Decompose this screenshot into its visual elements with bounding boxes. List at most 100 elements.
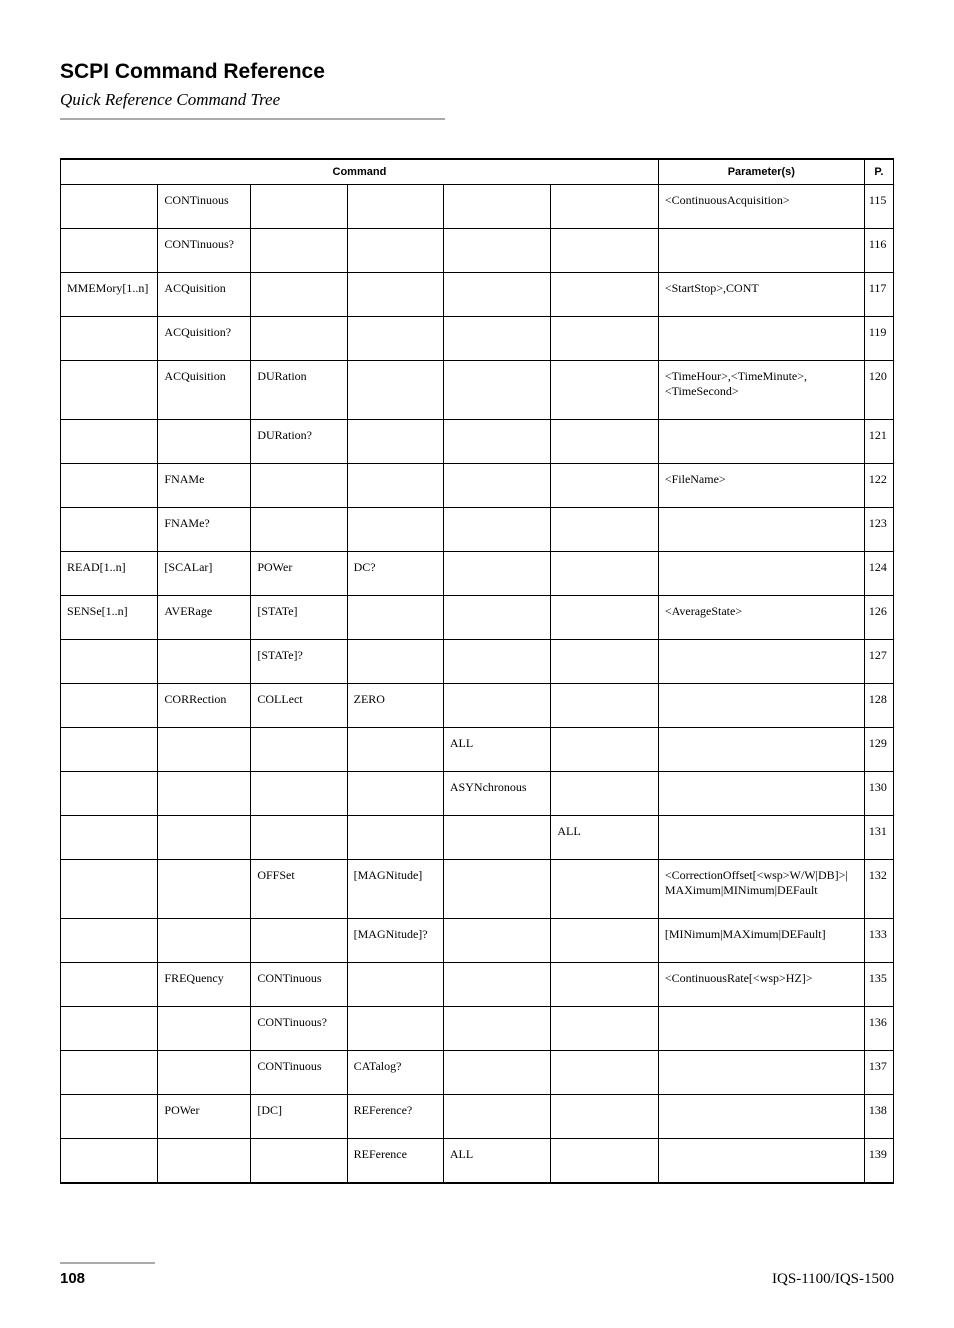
cmd-cell bbox=[347, 640, 443, 684]
cmd-cell bbox=[251, 464, 347, 508]
param-cell bbox=[658, 229, 864, 273]
pageref-cell: 128 bbox=[864, 684, 893, 728]
param-cell: [MINimum|MAXimum|DEFault] bbox=[658, 919, 864, 963]
pageref-cell: 119 bbox=[864, 317, 893, 361]
param-cell: <AverageState> bbox=[658, 596, 864, 640]
cmd-cell bbox=[251, 273, 347, 317]
cmd-cell bbox=[551, 508, 658, 552]
param-cell bbox=[658, 1095, 864, 1139]
cmd-cell bbox=[443, 640, 550, 684]
cmd-cell bbox=[443, 684, 550, 728]
cmd-cell: ALL bbox=[443, 728, 550, 772]
cmd-cell bbox=[61, 772, 158, 816]
page-subtitle: Quick Reference Command Tree bbox=[60, 90, 894, 110]
param-cell bbox=[658, 508, 864, 552]
cmd-cell bbox=[551, 684, 658, 728]
cmd-cell bbox=[61, 860, 158, 919]
cmd-cell bbox=[443, 508, 550, 552]
cmd-cell bbox=[347, 361, 443, 420]
cmd-cell bbox=[61, 684, 158, 728]
param-cell: <TimeHour>,<TimeMinute>,<TimeSecond> bbox=[658, 361, 864, 420]
cmd-cell bbox=[347, 508, 443, 552]
cmd-cell: [MAGNitude]? bbox=[347, 919, 443, 963]
cmd-cell: FREQuency bbox=[158, 963, 251, 1007]
cmd-cell: DC? bbox=[347, 552, 443, 596]
cmd-cell bbox=[347, 596, 443, 640]
cmd-cell bbox=[443, 1095, 550, 1139]
cmd-cell bbox=[251, 317, 347, 361]
cmd-cell: POWer bbox=[158, 1095, 251, 1139]
cmd-cell bbox=[551, 420, 658, 464]
cmd-cell: ALL bbox=[443, 1139, 550, 1184]
cmd-cell bbox=[551, 1007, 658, 1051]
cmd-cell: [MAGNitude] bbox=[347, 860, 443, 919]
cmd-cell: REFerence? bbox=[347, 1095, 443, 1139]
table-row: [MAGNitude]?[MINimum|MAXimum|DEFault]133 bbox=[61, 919, 894, 963]
cmd-cell bbox=[158, 420, 251, 464]
table-row: CONTinuous?116 bbox=[61, 229, 894, 273]
document-page: SCPI Command Reference Quick Reference C… bbox=[0, 0, 954, 1328]
pageref-cell: 136 bbox=[864, 1007, 893, 1051]
table-row: CONTinuous? 136 bbox=[61, 1007, 894, 1051]
table-row: READ[1..n][SCALar]POWerDC?124 bbox=[61, 552, 894, 596]
pageref-cell: 115 bbox=[864, 185, 893, 229]
table-row: FNAMe<FileName>122 bbox=[61, 464, 894, 508]
cmd-cell bbox=[551, 596, 658, 640]
command-table: Command Parameter(s) P. CONTinuous<Conti… bbox=[60, 158, 894, 1184]
cmd-cell bbox=[347, 185, 443, 229]
page-number: 108 bbox=[60, 1270, 85, 1287]
cmd-cell bbox=[61, 963, 158, 1007]
pageref-cell: 135 bbox=[864, 963, 893, 1007]
table-row: ACQuisitionDURation<TimeHour>,<TimeMinut… bbox=[61, 361, 894, 420]
cmd-cell bbox=[61, 361, 158, 420]
cmd-cell bbox=[61, 1095, 158, 1139]
cmd-cell bbox=[347, 420, 443, 464]
pageref-cell: 122 bbox=[864, 464, 893, 508]
cmd-cell: OFFSet bbox=[251, 860, 347, 919]
table-row: MMEMory[1..n]ACQuisition<StartStop>,CONT… bbox=[61, 273, 894, 317]
cmd-cell: CORRection bbox=[158, 684, 251, 728]
param-cell: <CorrectionOffset[<wsp>W/W|DB]>|MAXimum|… bbox=[658, 860, 864, 919]
cmd-cell bbox=[158, 640, 251, 684]
cmd-cell: POWer bbox=[251, 552, 347, 596]
page-title: SCPI Command Reference bbox=[60, 60, 894, 84]
cmd-cell bbox=[61, 317, 158, 361]
cmd-cell bbox=[251, 772, 347, 816]
pageref-cell: 130 bbox=[864, 772, 893, 816]
cmd-cell bbox=[61, 728, 158, 772]
cmd-cell: CONTinuous? bbox=[251, 1007, 347, 1051]
cmd-cell bbox=[551, 919, 658, 963]
cmd-cell bbox=[347, 1007, 443, 1051]
param-cell: <FileName> bbox=[658, 464, 864, 508]
table-row: SENSe[1..n]AVERage[STATe]<AverageState>1… bbox=[61, 596, 894, 640]
param-cell bbox=[658, 552, 864, 596]
pageref-cell: 117 bbox=[864, 273, 893, 317]
title-divider bbox=[60, 118, 445, 120]
table-row: CORRectionCOLLectZERO128 bbox=[61, 684, 894, 728]
cmd-cell bbox=[347, 816, 443, 860]
cmd-cell bbox=[551, 1095, 658, 1139]
cmd-cell bbox=[443, 185, 550, 229]
cmd-cell bbox=[61, 1139, 158, 1184]
cmd-cell bbox=[158, 816, 251, 860]
table-row: CONTinuous<ContinuousAcquisition>115 bbox=[61, 185, 894, 229]
cmd-cell: ALL bbox=[551, 816, 658, 860]
cmd-cell: DURation? bbox=[251, 420, 347, 464]
param-cell bbox=[658, 640, 864, 684]
cmd-cell bbox=[551, 772, 658, 816]
cmd-cell bbox=[61, 1007, 158, 1051]
cmd-cell: ACQuisition? bbox=[158, 317, 251, 361]
cmd-cell: DURation bbox=[251, 361, 347, 420]
table-row: DURation? 121 bbox=[61, 420, 894, 464]
pageref-cell: 121 bbox=[864, 420, 893, 464]
model-label: IQS-1100/IQS-1500 bbox=[772, 1271, 894, 1288]
table-row: ACQuisition? 119 bbox=[61, 317, 894, 361]
cmd-cell bbox=[251, 508, 347, 552]
cmd-cell bbox=[61, 420, 158, 464]
pageref-cell: 131 bbox=[864, 816, 893, 860]
cmd-cell: CONTinuous bbox=[251, 1051, 347, 1095]
cmd-cell bbox=[551, 640, 658, 684]
param-cell bbox=[658, 1051, 864, 1095]
cmd-cell bbox=[61, 1051, 158, 1095]
cmd-cell bbox=[158, 860, 251, 919]
